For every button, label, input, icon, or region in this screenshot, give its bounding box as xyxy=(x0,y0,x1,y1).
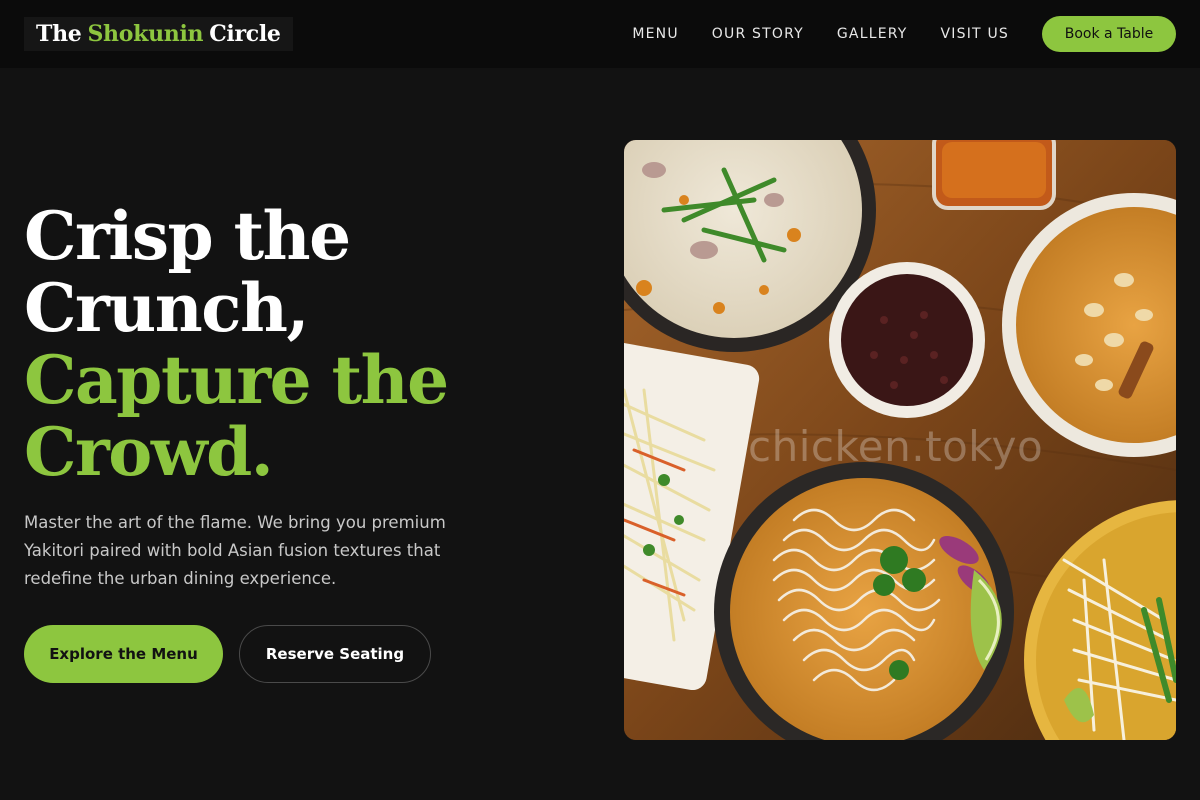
nav-link-menu[interactable]: MENU xyxy=(632,26,678,42)
nav-link-our-story[interactable]: OUR STORY xyxy=(712,26,804,42)
hero-description: Master the art of the flame. We bring yo… xyxy=(24,513,446,588)
brand-accent: Shokunin xyxy=(87,21,204,47)
nav-links: MENU OUR STORY GALLERY VISIT US xyxy=(632,0,1009,68)
brand-prefix: The xyxy=(36,21,82,47)
brand-suffix: Circle xyxy=(209,21,281,47)
hero-title-line-2: Crunch, xyxy=(24,269,309,347)
hero-title-line-4: Crowd. xyxy=(24,413,274,491)
hero-food-image: chicken.tokyo xyxy=(624,140,1176,740)
top-navigation: The Shokunin Circle MENU OUR STORY GALLE… xyxy=(0,0,1200,68)
reserve-seating-button[interactable]: Reserve Seating xyxy=(239,625,431,683)
image-watermark: chicken.tokyo xyxy=(748,422,1044,471)
nav-link-visit-us[interactable]: VISIT US xyxy=(941,26,1009,42)
hero-title-line-3: Capture the xyxy=(24,341,449,419)
hero-title-line-1: Crisp the xyxy=(24,197,351,275)
brand-logo[interactable]: The Shokunin Circle xyxy=(24,17,293,51)
hero-title: Crisp the Crunch, Capture the Crowd. xyxy=(24,200,544,488)
book-table-button[interactable]: Book a Table xyxy=(1042,16,1176,52)
nav-link-gallery[interactable]: GALLERY xyxy=(837,26,908,42)
explore-menu-button[interactable]: Explore the Menu xyxy=(24,625,223,683)
